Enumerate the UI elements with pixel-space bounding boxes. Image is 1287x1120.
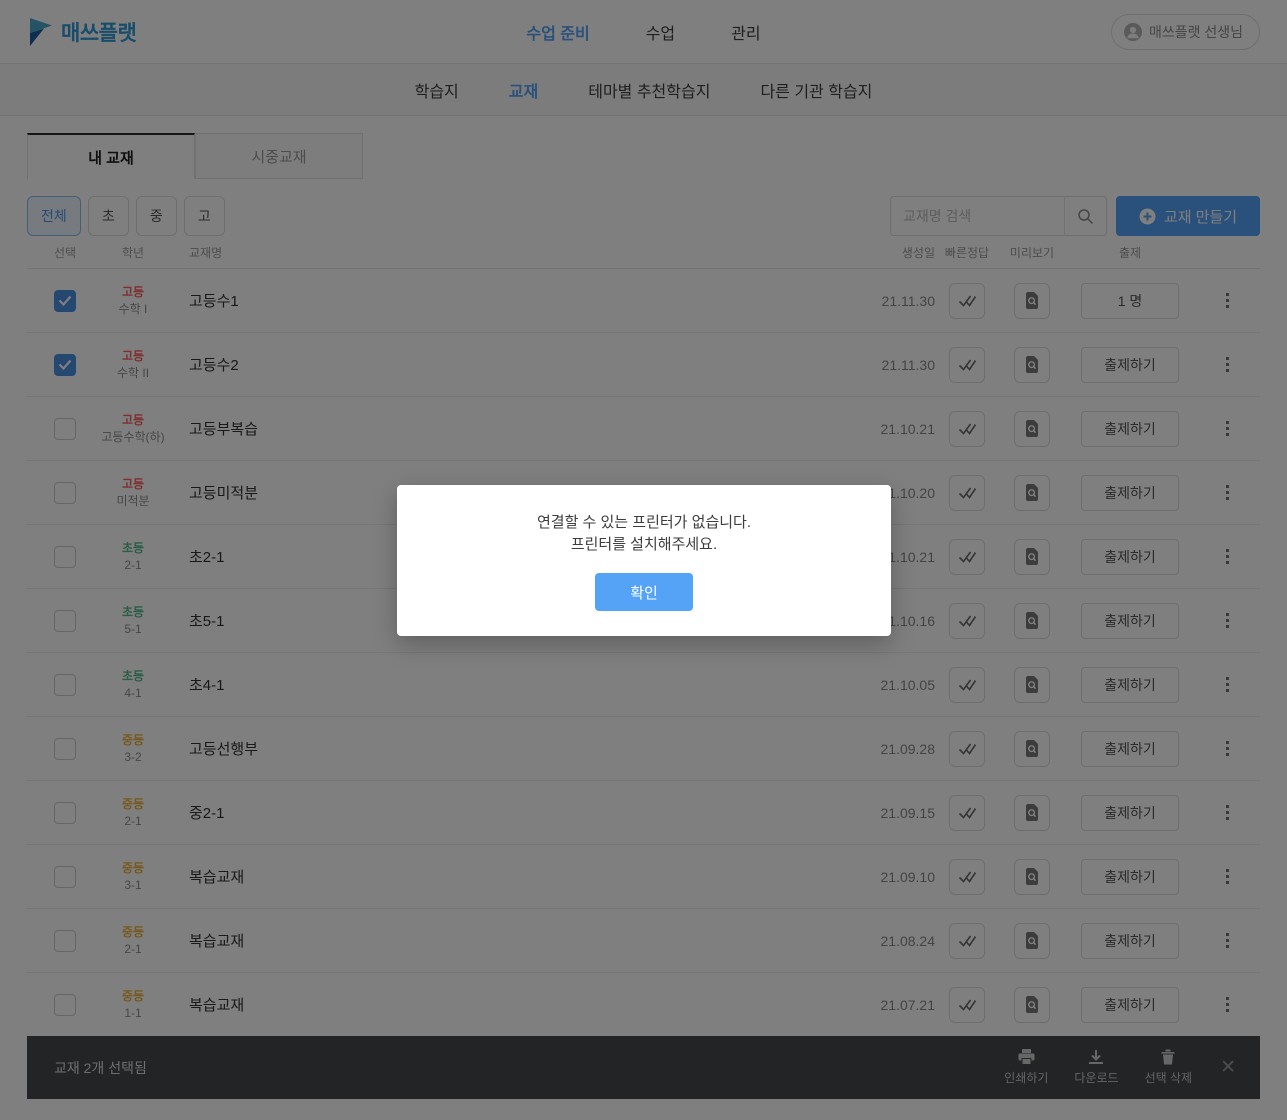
printer-alert-modal: 연결할 수 있는 프린터가 없습니다. 프린터를 설치해주세요. 확인 [397, 485, 891, 636]
modal-message-line1: 연결할 수 있는 프린터가 없습니다. [536, 514, 752, 531]
modal-confirm-button[interactable]: 확인 [595, 573, 693, 611]
page: 매쓰플랫 수업 준비 수업 관리 매쓰플랫 선생님 학습지 교재 테마별 추천학… [0, 0, 1287, 1120]
modal-message-line2: 프린터를 설치해주세요. [570, 536, 718, 553]
